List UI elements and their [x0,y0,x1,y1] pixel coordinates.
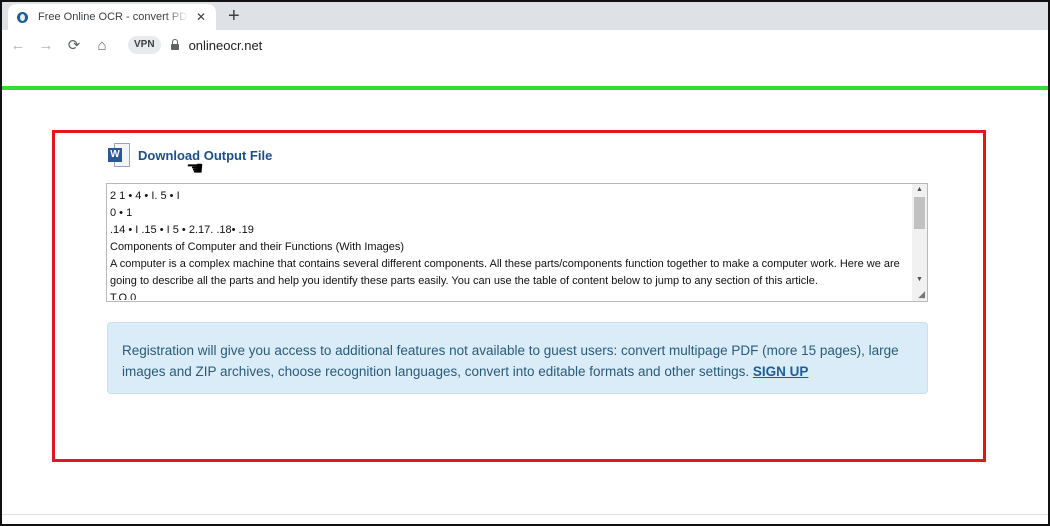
sign-up-link[interactable]: SIGN UP [753,364,809,379]
reload-icon[interactable]: ⟳ [60,36,88,54]
ocr-line: Components of Computer and their Functio… [110,241,405,253]
new-tab-button[interactable]: + [228,4,240,28]
tab-strip: Free Online OCR - convert PDF to ✕ + [2,2,1048,30]
ocr-line: 0 • 1 [110,207,133,219]
resize-handle-icon[interactable]: ◢ [918,289,925,300]
back-icon[interactable]: ← [4,37,32,54]
close-tab-icon[interactable]: ✕ [196,10,206,24]
word-document-icon[interactable]: W [108,143,130,167]
ocr-line: A computer is a complex machine that con… [110,258,900,287]
address-bar[interactable]: onlineocr.net [189,38,263,53]
download-output-link[interactable]: Download Output File [138,148,272,163]
lock-icon[interactable] [170,39,179,50]
home-icon[interactable]: ⌂ [88,37,116,54]
favicon-icon [17,11,28,23]
page-bottom-divider [2,514,1048,515]
registration-text: Registration will give you access to add… [122,340,917,382]
scroll-down-icon[interactable]: ▼ [916,276,923,283]
registration-notice: Registration will give you access to add… [107,322,928,394]
browser-tab[interactable]: Free Online OCR - convert PDF to ✕ [8,4,216,30]
browser-toolbar: ← → ⟳ ⌂ VPN onlineocr.net [2,30,1048,60]
ocr-line: 2 1 • 4 • I. 5 • I [110,190,180,202]
green-divider [2,86,1048,90]
ocr-line: .14 • I .15 • I 5 • 2.17. .18• .19 [110,224,254,236]
ocr-output-textarea[interactable]: 2 1 • 4 • I. 5 • I 0 • 1 .14 • I .15 • I… [106,183,928,302]
ocr-output-text[interactable]: 2 1 • 4 • I. 5 • I 0 • 1 .14 • I .15 • I… [110,188,910,300]
tab-title: Free Online OCR - convert PDF to [38,11,188,23]
vpn-badge[interactable]: VPN [128,36,161,54]
forward-icon[interactable]: → [32,37,60,54]
textarea-scrollbar[interactable]: ▲ ▼ [912,184,927,301]
scroll-up-icon[interactable]: ▲ [916,186,923,193]
ocr-line: T.O.0 [110,292,137,300]
scroll-thumb[interactable] [914,197,925,229]
hand-cursor-icon: ☚ [186,158,204,180]
